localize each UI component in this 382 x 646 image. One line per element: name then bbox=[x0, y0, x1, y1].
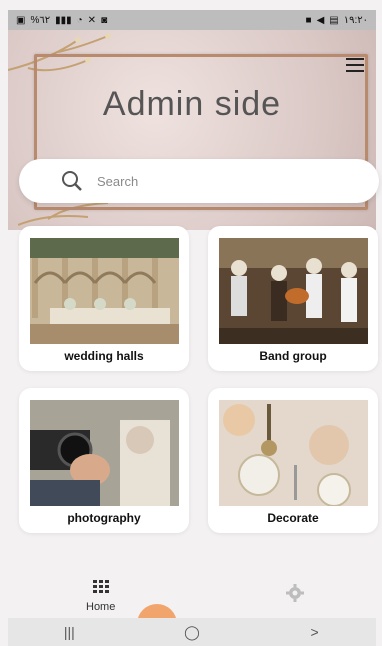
back-chevron-icon[interactable]: > bbox=[295, 624, 335, 640]
menu-bar-icon bbox=[346, 58, 364, 60]
category-label: photography bbox=[67, 511, 141, 525]
nav-home-button[interactable]: Home bbox=[86, 580, 115, 613]
gear-icon bbox=[286, 584, 304, 602]
photography-image bbox=[30, 400, 179, 506]
mute-icon: ✕ bbox=[87, 14, 97, 26]
decorate-image bbox=[219, 400, 368, 506]
menu-button[interactable] bbox=[346, 58, 364, 72]
category-label: Band group bbox=[259, 349, 327, 363]
home-circle-icon[interactable]: ◯ bbox=[172, 624, 212, 641]
recent-apps-icon[interactable]: ||| bbox=[49, 624, 89, 640]
category-card-wedding-halls[interactable]: wedding halls bbox=[19, 226, 189, 371]
page-title: Admin side bbox=[102, 85, 282, 123]
category-card-band-group[interactable]: Band group bbox=[208, 226, 378, 371]
search-input[interactable] bbox=[95, 172, 319, 190]
grid-icon bbox=[92, 580, 109, 593]
category-card-photography[interactable]: photography bbox=[19, 388, 189, 533]
bottom-nav: Home bbox=[8, 570, 376, 618]
search-icon bbox=[62, 171, 82, 191]
status-bar: ▣ %٦٢ ▮▮▮ ◔ ✕ ◙ ■ ◀ ▤ ١٩:٢٠ bbox=[8, 10, 376, 30]
search-bar[interactable] bbox=[19, 159, 379, 203]
signal-icon: ▮▮▮ bbox=[55, 14, 72, 26]
category-card-decorate[interactable]: Decorate bbox=[208, 388, 378, 533]
battery-percent: %٦٢ bbox=[30, 14, 51, 26]
status-time: ١٩:٢٠ bbox=[343, 14, 368, 26]
menu-bar-icon bbox=[346, 70, 364, 72]
alarm-icon: ◙ bbox=[101, 14, 108, 26]
navigation-icon: ◀ bbox=[316, 14, 325, 26]
category-label: Decorate bbox=[267, 511, 319, 525]
menu-bar-icon bbox=[346, 64, 364, 66]
nav-settings-button[interactable] bbox=[286, 584, 304, 607]
category-label: wedding halls bbox=[64, 349, 144, 363]
wedding-halls-image bbox=[30, 238, 179, 344]
image-icon: ▣ bbox=[16, 14, 26, 26]
wifi-icon: ◔ bbox=[76, 14, 83, 26]
gallery-icon: ▤ bbox=[329, 14, 339, 26]
band-group-image bbox=[219, 238, 368, 344]
nav-home-label: Home bbox=[86, 601, 116, 613]
video-icon: ■ bbox=[305, 14, 312, 26]
system-nav-bar: ||| ◯ > bbox=[8, 618, 376, 646]
